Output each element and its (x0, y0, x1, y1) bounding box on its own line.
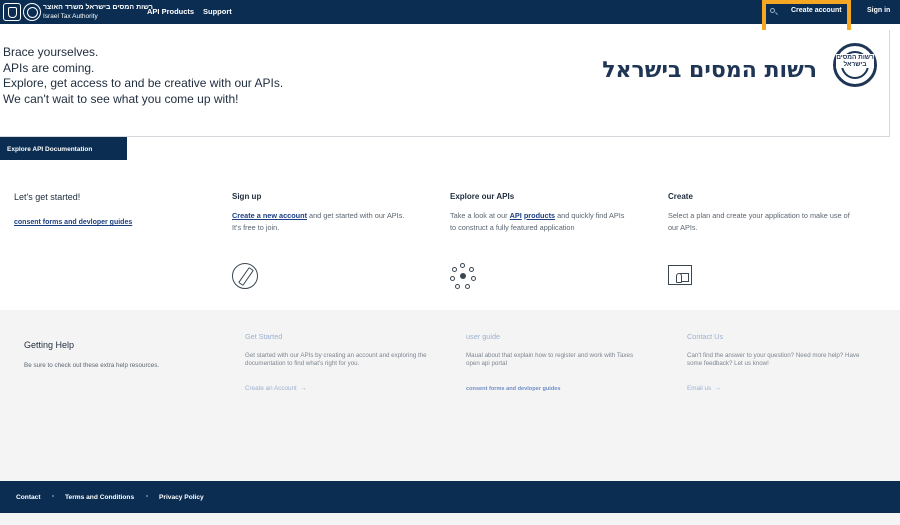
lets-get-started: Let's get started! consent forms and dev… (14, 192, 132, 229)
arrow-right-icon: → (714, 385, 722, 392)
logo-hebrew-text: רשות המסים בישראל משרד האוצר (43, 4, 153, 11)
guides-link[interactable]: consent forms and devloper guides (466, 386, 561, 392)
api-link[interactable]: API (510, 211, 522, 220)
footer-separator (146, 495, 148, 497)
explore-text: Take a look at our API products and quic… (450, 211, 625, 232)
create-column: Create Select a plan and create your app… (668, 192, 853, 234)
getting-started-section: Let's get started! consent forms and dev… (0, 160, 900, 310)
create-an-account-link[interactable]: Create an Account → (245, 385, 307, 392)
help-intro: Getting Help Be sure to check out these … (24, 340, 159, 369)
signup-heading: Sign up (232, 192, 262, 201)
get-started-text: Get started with our APIs by creating an… (245, 352, 427, 367)
hero-line: We can't wait to see what you come up wi… (3, 91, 239, 106)
contact-heading: Contact Us (687, 332, 724, 341)
hero-line: APIs are coming. (3, 60, 95, 75)
contact-text: Can't find the answer to your question? … (687, 352, 860, 367)
signup-text: Create a new account and get started wit… (232, 211, 405, 232)
user-guide-heading: user guide (466, 332, 501, 341)
email-us-link[interactable]: Email us → (687, 385, 721, 392)
sign-in-link[interactable]: Sign in (867, 7, 890, 14)
hero-line: Explore, get access to and be creative w… (3, 76, 284, 90)
signup-column: Sign up Create a new account and get sta… (232, 192, 432, 234)
get-started-heading: Get Started (245, 332, 283, 341)
hero-brand-name: רשות המסים בישראל (602, 58, 817, 83)
logo-english-text: Israel Tax Authority (43, 13, 98, 20)
nav-support[interactable]: Support (203, 7, 232, 16)
user-guide-text: Maual about that explain how to register… (466, 352, 634, 367)
tax-authority-seal-icon (23, 3, 41, 21)
help-subtitle: Be sure to check out these extra help re… (24, 362, 160, 369)
help-section: Getting Help Be sure to check out these … (0, 310, 900, 481)
footer-separator (52, 495, 54, 497)
state-emblem-icon (3, 3, 21, 21)
pencil-icon (232, 263, 258, 289)
logo-label: רשות המסים בישראל (836, 54, 874, 68)
create-text: Select a plan and create your applicatio… (668, 211, 850, 232)
nav-api-products[interactable]: API Products (147, 7, 194, 16)
create-new-account-link[interactable]: Create a new account (232, 211, 307, 220)
section-title: Let's get started! (14, 192, 81, 202)
hero-text: Brace yourselves. APIs are coming. Explo… (3, 45, 283, 107)
create-heading: Create (668, 192, 693, 201)
help-user-guide: user guide Maual about that explain how … (466, 332, 646, 395)
guides-link[interactable]: consent forms and devloper guides (14, 219, 132, 226)
arrow-right-icon: → (299, 385, 307, 392)
help-title: Getting Help (24, 340, 75, 350)
footer: Contact Terms and Conditions Privacy Pol… (0, 481, 900, 513)
network-icon (450, 263, 476, 289)
explore-column: Explore our APIs Take a look at our API … (450, 192, 630, 234)
page-bottom (0, 513, 900, 525)
products-link[interactable]: products (524, 211, 555, 220)
hero-banner: Brace yourselves. APIs are coming. Explo… (0, 30, 890, 137)
app-window-icon (668, 265, 692, 285)
explore-api-documentation-button[interactable]: Explore API Documentation (0, 137, 127, 160)
tax-authority-logo-icon: רשות המסים בישראל (833, 43, 877, 87)
footer-contact-link[interactable]: Contact (16, 494, 41, 501)
help-contact: Contact Us Can't find the answer to your… (687, 332, 872, 395)
help-get-started: Get Started Get started with our APIs by… (245, 332, 450, 395)
israel-tax-authority-logo[interactable]: רשות המסים בישראל משרד האוצר Israel Tax … (3, 2, 153, 22)
footer-privacy-link[interactable]: Privacy Policy (159, 494, 204, 501)
footer-terms-link[interactable]: Terms and Conditions (65, 494, 134, 501)
hero-line: Brace yourselves. (3, 45, 99, 59)
explore-heading: Explore our APIs (450, 192, 515, 201)
